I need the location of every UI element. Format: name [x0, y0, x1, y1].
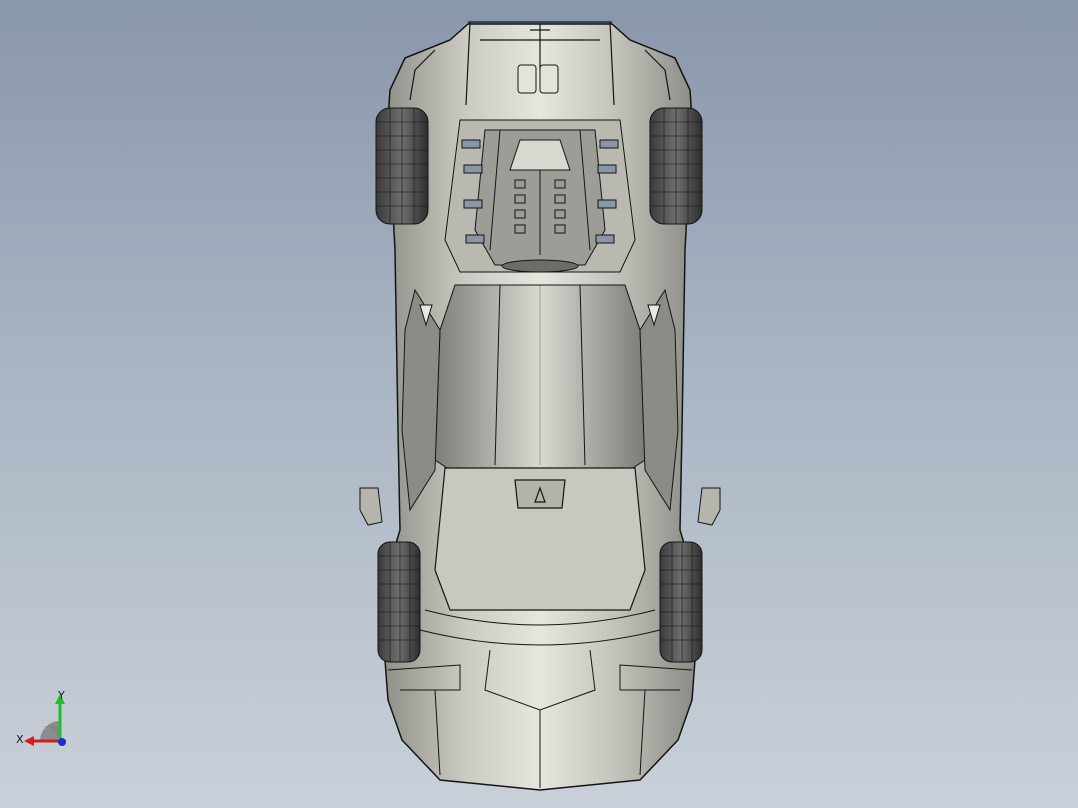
- rear-left-wheel: [375, 107, 429, 225]
- engine-cover: [444, 119, 636, 273]
- car-model-top-view[interactable]: [340, 10, 740, 800]
- rear-right-wheel: [649, 107, 703, 225]
- front-left-wheel: [377, 541, 421, 663]
- roof-cabin: [434, 284, 646, 471]
- windshield: [434, 467, 646, 611]
- graphics-viewport[interactable]: Y X: [0, 0, 1078, 808]
- triad-y-label: Y: [58, 689, 65, 702]
- reference-triad: Y X: [12, 686, 82, 756]
- front-right-wheel: [659, 541, 703, 663]
- triad-x-label: X: [16, 733, 24, 746]
